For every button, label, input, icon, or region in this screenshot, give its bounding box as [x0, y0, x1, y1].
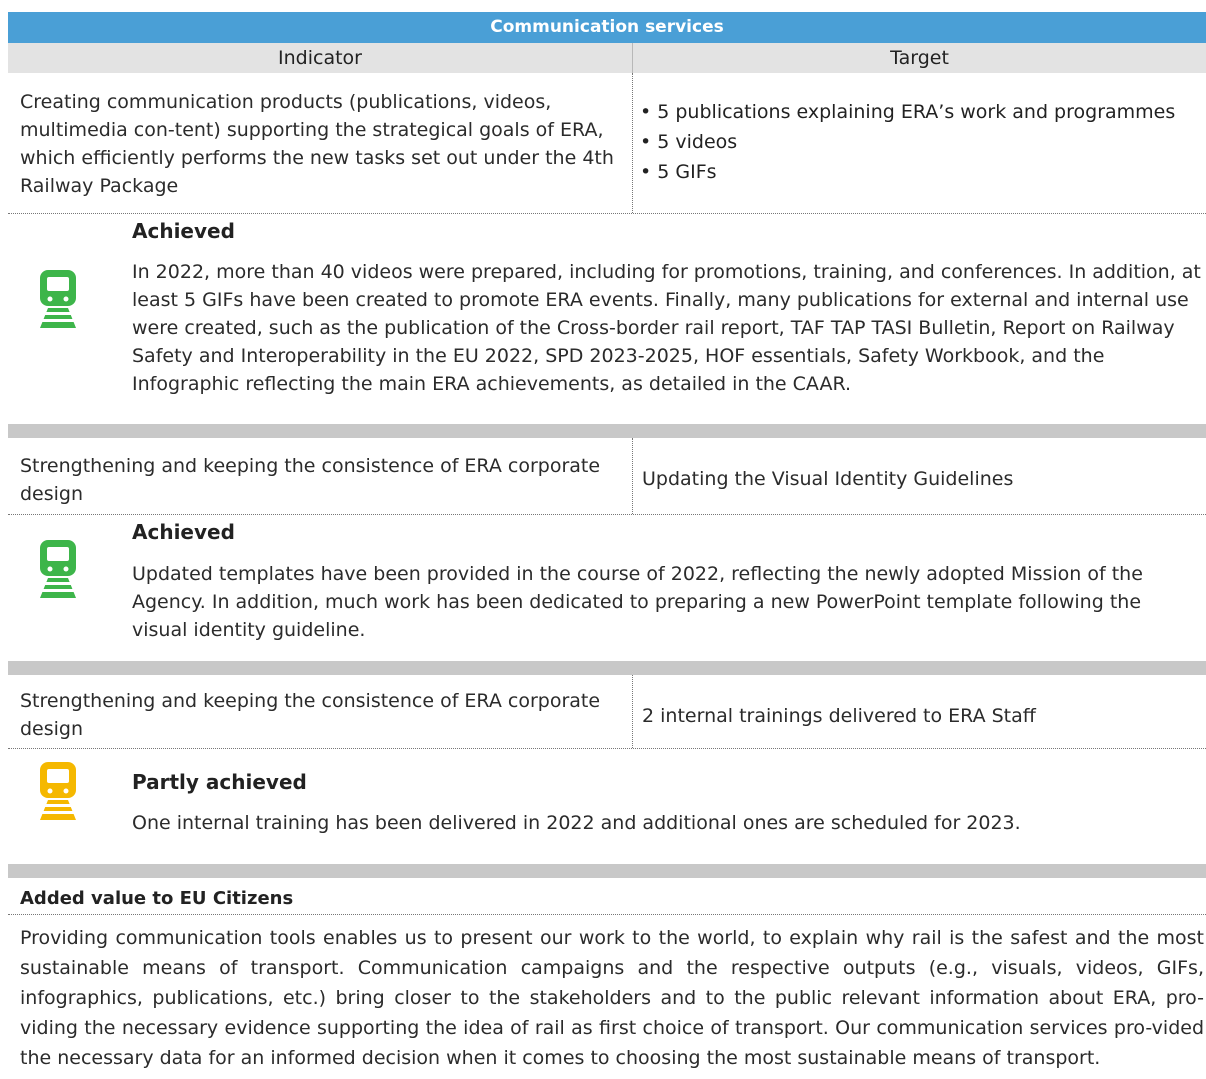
column-divider [632, 438, 633, 514]
status-title: Achieved [132, 219, 235, 243]
row-divider [8, 914, 1206, 915]
section-separator [8, 864, 1206, 878]
row-divider [8, 514, 1206, 515]
added-value-text: Providing communication tools enables us… [20, 927, 1204, 1069]
target-cell: 2 internal trainings delivered to ERA St… [642, 705, 1036, 727]
page: Communication services Indicator Target … [0, 0, 1206, 1079]
target-header: Target [632, 43, 1206, 73]
status-description: Updated templates have been provided in … [132, 563, 1143, 641]
target-item: • 5 videos [640, 131, 738, 153]
indicator-header: Indicator [8, 43, 632, 73]
train-icon [40, 762, 76, 820]
target-list: • 5 publications explaining ERA’s work a… [640, 97, 1206, 187]
section-separator [8, 424, 1206, 438]
row-divider [8, 213, 1206, 214]
status-title: Achieved [132, 520, 235, 544]
target-cell: Updating the Visual Identity Guidelines [642, 468, 1014, 490]
column-divider [632, 675, 633, 748]
indicator-cell: Creating communication products (publica… [20, 91, 614, 197]
target-item: • 5 publications explaining ERA’s work a… [640, 101, 1176, 123]
target-item: • 5 GIFs [640, 161, 717, 183]
train-icon [40, 270, 76, 328]
added-value-heading: Added value to EU Citizens [20, 888, 294, 909]
status-title: Partly achieved [132, 770, 307, 794]
section-separator [8, 661, 1206, 675]
table-title: Communication services [8, 12, 1206, 43]
status-description: One internal training has been delivered… [132, 812, 1021, 834]
status-description: In 2022, more than 40 videos were prepar… [132, 261, 1201, 395]
indicator-cell: Strengthening and keeping the consistenc… [20, 690, 601, 740]
row-divider [8, 748, 1206, 749]
train-icon [40, 540, 76, 598]
indicator-cell: Strengthening and keeping the consistenc… [20, 455, 601, 505]
column-divider [632, 73, 633, 213]
